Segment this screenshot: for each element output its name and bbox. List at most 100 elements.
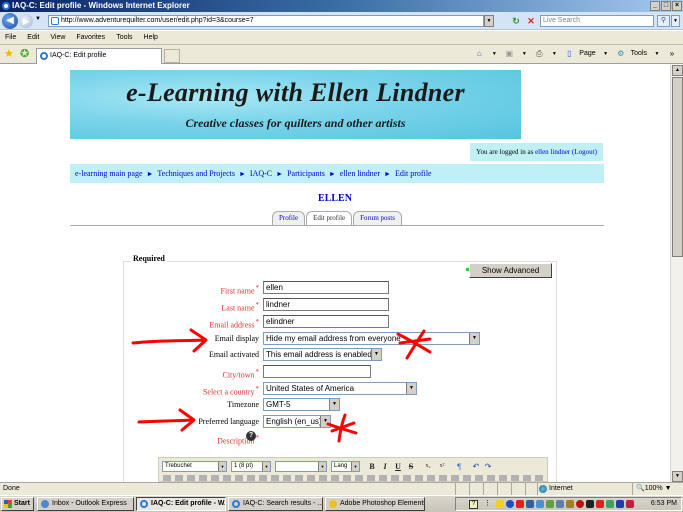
url-dropdown-button[interactable]: ▼ [484,15,494,27]
logout-link[interactable]: (Logout) [572,148,597,156]
dropdown-icon[interactable]: ▼ [519,49,529,59]
subscript-button[interactable]: x₂ [423,461,433,472]
tray-expand-icon[interactable]: ⋮ [484,499,491,509]
browser-tab-active[interactable]: IAQ-C: Edit profile [36,48,162,64]
font-select[interactable]: Trebuchet ▼ [162,461,227,472]
dropdown-icon[interactable]: ▼ [489,49,499,59]
language-select[interactable]: English (en_us) ▼ [263,415,331,428]
first-name-row: First name* ellen [125,281,545,296]
taskbar-item-outlook[interactable]: Inbox - Outlook Express [37,497,134,511]
breadcrumb-item[interactable]: e-learning main page [75,169,143,178]
chevron-more-icon[interactable]: » [667,49,677,59]
taskbar-item-edit-profile[interactable]: IAQ-C: Edit profile - W... [136,497,226,511]
print-icon[interactable]: ⎙ [534,49,544,59]
email-activated-select[interactable]: This email address is enabled ▼ [263,348,382,361]
ati-icon[interactable] [596,500,604,508]
breadcrumb-item[interactable]: IAQ-C [250,169,272,178]
clean-word-button[interactable]: ¶ [454,461,464,472]
app-tray-icon[interactable] [516,500,524,508]
breadcrumb-item-current[interactable]: Edit profile [395,169,432,178]
scroll-up-button[interactable]: ▲ [672,65,683,76]
login-info: You are logged in as ellen lindner (Logo… [470,143,603,161]
menu-favorites[interactable]: Favorites [76,31,105,44]
stop-button[interactable]: ✕ [525,15,537,27]
city-input[interactable] [263,365,371,378]
search-options-button[interactable]: ▼ [671,15,680,27]
home-icon[interactable]: ⌂ [474,49,484,59]
add-favorite-icon[interactable]: ✪ [20,48,29,60]
antivirus-icon[interactable] [616,500,624,508]
first-name-input[interactable]: ellen [263,281,389,294]
usb-icon[interactable] [566,500,574,508]
last-name-input[interactable]: lindner [263,298,389,311]
country-select[interactable]: United States of America ▼ [263,382,417,395]
forward-button[interactable]: ▶ [19,14,33,28]
redo-button[interactable]: ↷ [483,461,493,472]
refresh-button[interactable]: ↻ [510,15,522,27]
tools-menu[interactable]: Tools [631,48,647,60]
new-tab-button[interactable] [164,49,180,63]
feeds-icon[interactable]: ▣ [504,49,514,59]
dropdown-icon[interactable]: ▼ [601,49,611,59]
scroll-thumb[interactable] [672,77,683,257]
tray-app-icon[interactable] [546,500,554,508]
show-advanced-button[interactable]: Show Advanced [469,263,552,278]
maximize-button[interactable]: □ [661,1,671,11]
security-shield-icon[interactable] [496,500,504,508]
tab-profile[interactable]: Profile [272,211,306,225]
start-button[interactable]: Start [1,497,34,511]
monitor-icon[interactable] [536,500,544,508]
zoom-level[interactable]: 🔍100% ▼ [632,483,683,495]
breadcrumb-item[interactable]: ellen lindner [340,169,380,178]
tab-edit-profile[interactable]: Edit profile [306,211,353,225]
search-input[interactable]: Live Search [540,15,654,27]
menu-tools[interactable]: Tools [116,31,132,44]
sync-icon[interactable] [506,500,514,508]
font-size-select[interactable]: 1 (8 pt) ▼ [231,461,271,472]
page-menu[interactable]: Page [579,48,595,60]
back-button[interactable]: ◀ [2,13,18,29]
email-display-select[interactable]: Hide my email address from everyone ▼ [263,332,480,345]
dropdown-icon[interactable]: ▼ [652,49,662,59]
taskbar-item-search-results[interactable]: IAQ-C: Search results - ... [228,497,323,511]
lang-select[interactable]: Lang ▼ [331,461,360,472]
description-help[interactable]: ? [242,431,256,441]
strikethrough-button[interactable]: S [406,461,416,472]
search-button[interactable]: ⚲ [657,15,670,27]
email-input[interactable]: elindner [263,315,389,328]
dropdown-icon[interactable]: ▼ [549,49,559,59]
breadcrumb-item[interactable]: Participants [287,169,325,178]
menu-edit[interactable]: Edit [27,31,39,44]
favorites-center-icon[interactable]: ★ [4,48,14,60]
breadcrumb-item[interactable]: Techniques and Projects [157,169,235,178]
menu-help[interactable]: Help [144,31,158,44]
scroll-down-button[interactable]: ▼ [672,471,683,482]
record-icon[interactable] [576,500,584,508]
network-icon[interactable] [526,500,534,508]
security-zone[interactable]: Internet [537,483,627,495]
tab-forum-posts[interactable]: Forum posts [353,211,402,225]
taskbar-item-photoshop[interactable]: Adobe Photoshop Elements [325,497,425,511]
printer-icon[interactable] [556,500,564,508]
shield-icon[interactable] [626,500,634,508]
close-button[interactable]: × [672,1,682,11]
url-input[interactable]: http://www.adventurequilter.com/user/edi… [48,15,484,27]
menu-view[interactable]: View [50,31,65,44]
bold-button[interactable]: B [367,461,377,472]
clock[interactable]: 6:53 PM [651,498,677,510]
underline-button[interactable]: U [393,461,403,472]
user-link[interactable]: ellen lindner [535,148,570,156]
minimize-button[interactable]: _ [650,1,660,11]
tray-app-icon[interactable] [606,500,614,508]
history-dropdown[interactable]: ▼ [35,16,41,22]
help-icon[interactable]: ? [246,431,256,441]
vertical-scrollbar[interactable]: ▲ ▼ [670,65,683,482]
superscript-button[interactable]: x² [437,461,447,472]
undo-button[interactable]: ↶ [471,461,481,472]
italic-button[interactable]: I [380,461,390,472]
dog-icon[interactable] [586,500,594,508]
menu-file[interactable]: File [5,31,16,44]
format-select[interactable]: ▼ [275,461,327,472]
timezone-select[interactable]: GMT-5 ▼ [263,398,340,411]
help-icon[interactable]: ? [469,500,478,509]
